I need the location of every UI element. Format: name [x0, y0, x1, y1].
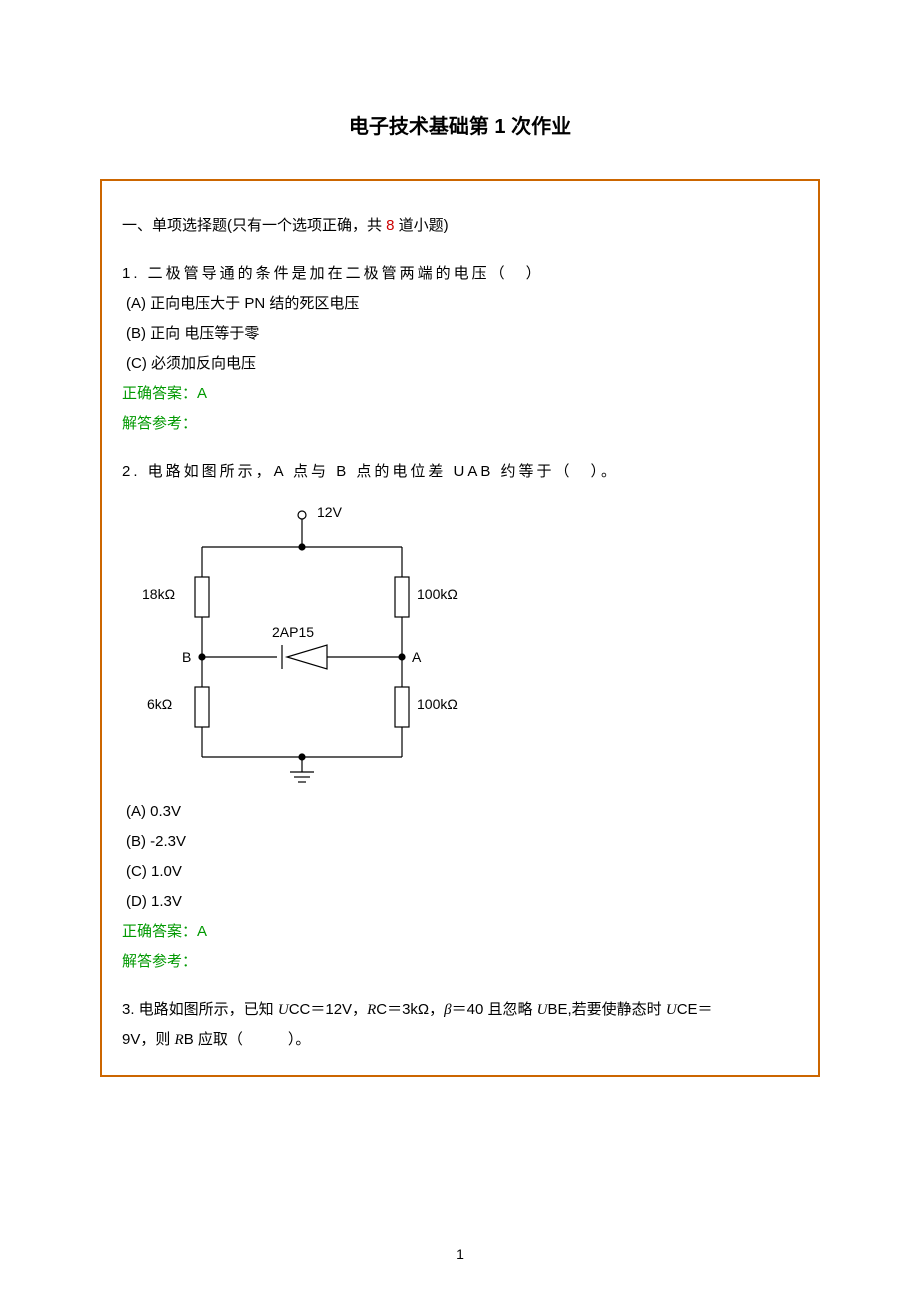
section-heading-post: 道小题) — [395, 217, 449, 234]
page-title: 电子技术基础第 1 次作业 — [100, 110, 820, 139]
content-box: 一、单项选择题(只有一个选项正确，共 8 道小题) 1. 二极管导通的条件是加在… — [100, 179, 820, 1077]
page-number: 1 — [100, 1246, 820, 1262]
circuit-label-b: B — [182, 649, 191, 665]
section-heading: 一、单项选择题(只有一个选项正确，共 8 道小题) — [122, 211, 798, 241]
section-heading-pre: 一、单项选择题(只有一个选项正确，共 — [122, 217, 386, 234]
circuit-label-12v: 12V — [317, 504, 343, 520]
circuit-label-r100k-bot: 100kΩ — [417, 696, 458, 712]
circuit-diagram: 12V 18kΩ 100kΩ 2AP15 B A 6kΩ 100kΩ — [122, 497, 482, 787]
q3-beta-sym: β — [444, 1002, 451, 1018]
q3-rc-sub: C＝3kΩ， — [376, 1001, 444, 1018]
question-1: 1. 二极管导通的条件是加在二极管两端的电压（ ） (A) 正向电压大于 PN … — [122, 259, 798, 439]
question-2-answer: 正确答案：A — [122, 917, 798, 947]
question-2-option-a: (A) 0.3V — [126, 797, 798, 827]
question-1-answer: 正确答案：A — [122, 379, 798, 409]
question-1-text: 1. 二极管导通的条件是加在二极管两端的电压（ ） — [122, 259, 798, 289]
question-2-option-b: (B) -2.3V — [126, 827, 798, 857]
section-heading-count: 8 — [386, 217, 394, 234]
question-1-option-c: (C) 必须加反向电压 — [126, 349, 798, 379]
document-page: 电子技术基础第 1 次作业 一、单项选择题(只有一个选项正确，共 8 道小题) … — [0, 0, 920, 1302]
q3-beta-post: ＝40 且忽略 — [452, 1001, 537, 1018]
q3-ube-sym: U — [537, 1002, 548, 1018]
question-1-option-a: (A) 正向电压大于 PN 结的死区电压 — [126, 289, 798, 319]
q3-ucc-sub: CC＝12V， — [289, 1001, 367, 1018]
q3-uce-sym: U — [666, 1002, 677, 1018]
q3-rb-sym: R — [175, 1032, 184, 1048]
q3-pre: 3. 电路如图所示，已知 — [122, 1001, 278, 1018]
circuit-label-r18k: 18kΩ — [142, 586, 175, 602]
q3-rc-sym: R — [367, 1002, 376, 1018]
question-1-option-b: (B) 正向 电压等于零 — [126, 319, 798, 349]
question-1-explain: 解答参考： — [122, 409, 798, 439]
q3-rb-sub: B 应取（ ）。 — [184, 1031, 311, 1048]
question-2-text: 2. 电路如图所示，A 点与 B 点的电位差 UAB 约等于（ ）。 — [122, 457, 798, 487]
q3-ucc-sym: U — [278, 1002, 289, 1018]
q3-ube-sub: BE,若要使静态时 — [547, 1001, 665, 1018]
question-3: 3. 电路如图所示，已知 UCC＝12V，RC＝3kΩ，β＝40 且忽略 UBE… — [122, 995, 798, 1055]
circuit-label-diode: 2AP15 — [272, 624, 314, 640]
question-2-explain: 解答参考： — [122, 947, 798, 977]
circuit-label-r6k: 6kΩ — [147, 696, 172, 712]
question-2: 2. 电路如图所示，A 点与 B 点的电位差 UAB 约等于（ ）。 — [122, 457, 798, 977]
circuit-label-a: A — [412, 649, 422, 665]
q3-uce-sub: CE＝ — [677, 1001, 713, 1018]
q3-line2-pre: 9V，则 — [122, 1031, 175, 1048]
circuit-label-r100k-top: 100kΩ — [417, 586, 458, 602]
question-2-option-d: (D) 1.3V — [126, 887, 798, 917]
question-2-option-c: (C) 1.0V — [126, 857, 798, 887]
